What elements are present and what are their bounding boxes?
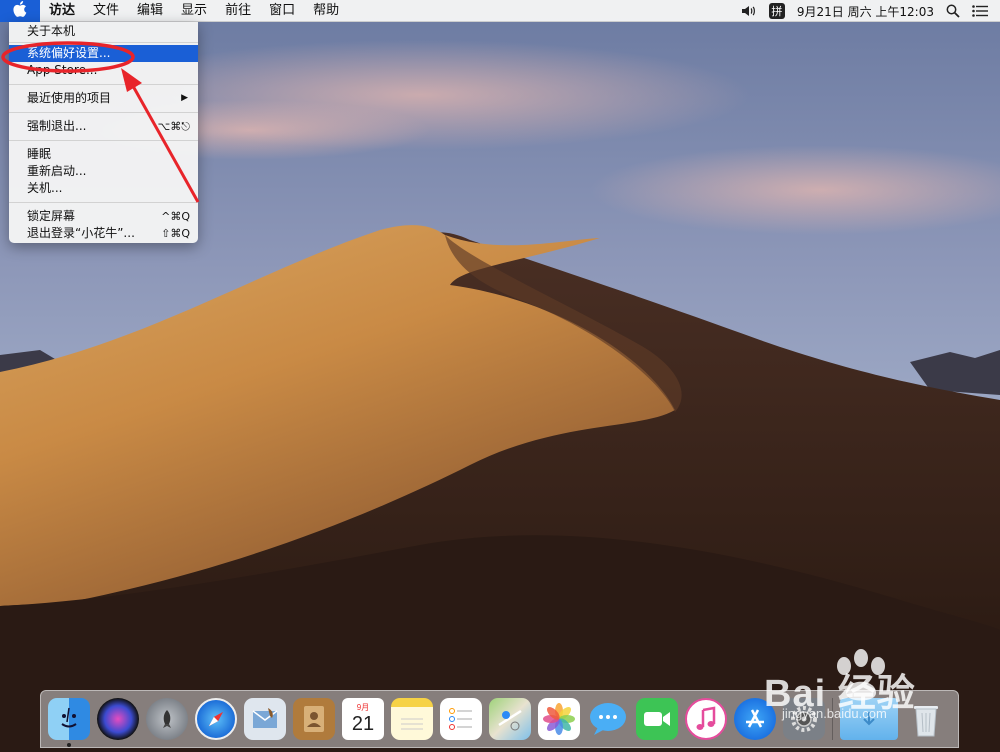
menu-item-log-out[interactable]: 退出登录“小花牛”... ⇧⌘Q <box>9 225 198 242</box>
menu-item-label: 关于本机 <box>27 24 76 38</box>
menu-item-label: 锁定屏幕 <box>27 209 76 223</box>
mail-icon[interactable] <box>244 698 286 740</box>
menu-item-label: 重新启动... <box>27 164 87 178</box>
menu-help[interactable]: 帮助 <box>304 0 348 22</box>
list-icon[interactable] <box>972 5 988 17</box>
menu-finder[interactable]: 访达 <box>40 0 84 22</box>
calendar-icon[interactable]: 9月 21 <box>342 698 384 740</box>
calendar-day: 21 <box>351 713 375 735</box>
menu-item-label: 关机... <box>27 181 63 195</box>
volume-icon[interactable] <box>741 4 757 18</box>
facetime-icon[interactable] <box>636 698 678 740</box>
maps-icon[interactable] <box>489 698 531 740</box>
calendar-month: 9月 <box>356 703 370 712</box>
menu-item-shutdown[interactable]: 关机... <box>9 180 198 197</box>
submenu-arrow-icon: ▶ <box>181 93 188 103</box>
menu-window[interactable]: 窗口 <box>260 0 304 22</box>
menu-separator <box>9 84 198 85</box>
menu-item-label: 系统偏好设置... <box>27 46 111 60</box>
contacts-icon[interactable] <box>293 698 335 740</box>
apple-dropdown-menu: 关于本机 系统偏好设置... App Store... 最近使用的项目 ▶ 强制… <box>9 22 198 243</box>
safari-icon[interactable] <box>195 698 237 740</box>
menu-item-about[interactable]: 关于本机 <box>9 23 198 40</box>
menubar-clock[interactable]: 9月21日 周六 上午12:03 <box>797 3 934 20</box>
menu-item-system-preferences[interactable]: 系统偏好设置... <box>9 45 198 62</box>
baidu-jingyan-watermark: Bai 经验 jingyan.baidu.com <box>764 648 1000 721</box>
menu-item-label: 强制退出... <box>27 119 87 133</box>
menu-item-label: App Store... <box>27 63 98 77</box>
search-icon[interactable] <box>946 4 960 18</box>
menu-item-lock-screen[interactable]: 锁定屏幕 ^⌘Q <box>9 208 198 225</box>
running-indicator <box>67 743 71 747</box>
menu-separator <box>9 202 198 203</box>
menu-shortcut: ⇧⌘Q <box>161 227 190 240</box>
menu-item-label: 最近使用的项目 <box>27 91 112 105</box>
watermark-url: jingyan.baidu.com <box>782 706 887 721</box>
menu-item-label: 退出登录“小花牛”... <box>27 226 135 240</box>
apple-menu-button[interactable] <box>0 0 40 22</box>
input-method-badge[interactable]: 拼 <box>768 3 785 19</box>
menu-item-restart[interactable]: 重新启动... <box>9 163 198 180</box>
menu-separator <box>9 42 198 43</box>
menu-edit[interactable]: 编辑 <box>128 0 172 22</box>
finder-icon[interactable] <box>48 698 90 747</box>
reminders-icon[interactable] <box>440 698 482 740</box>
menu-item-label: 睡眠 <box>27 147 52 161</box>
menu-shortcut: ^⌘Q <box>161 210 190 223</box>
menu-item-recent-items[interactable]: 最近使用的项目 ▶ <box>9 90 198 107</box>
menu-separator <box>9 140 198 141</box>
menu-view[interactable]: 显示 <box>172 0 216 22</box>
notes-icon[interactable] <box>391 698 433 740</box>
menu-shortcut: ⌥⌘⎋ <box>157 120 190 133</box>
messages-icon[interactable] <box>587 698 629 740</box>
menu-go[interactable]: 前往 <box>216 0 260 22</box>
menu-file[interactable]: 文件 <box>84 0 128 22</box>
menu-item-app-store[interactable]: App Store... <box>9 62 198 79</box>
menu-item-sleep[interactable]: 睡眠 <box>9 146 198 163</box>
menu-separator <box>9 112 198 113</box>
launchpad-icon[interactable] <box>146 698 188 740</box>
menu-bar: 访达 文件 编辑 显示 前往 窗口 帮助 拼 9月21日 周六 上午12:03 <box>0 0 1000 22</box>
apple-icon <box>13 0 27 21</box>
menu-item-force-quit[interactable]: 强制退出... ⌥⌘⎋ <box>9 118 198 135</box>
photos-icon[interactable] <box>538 698 580 740</box>
siri-icon[interactable] <box>97 698 139 740</box>
itunes-icon[interactable] <box>685 698 727 740</box>
